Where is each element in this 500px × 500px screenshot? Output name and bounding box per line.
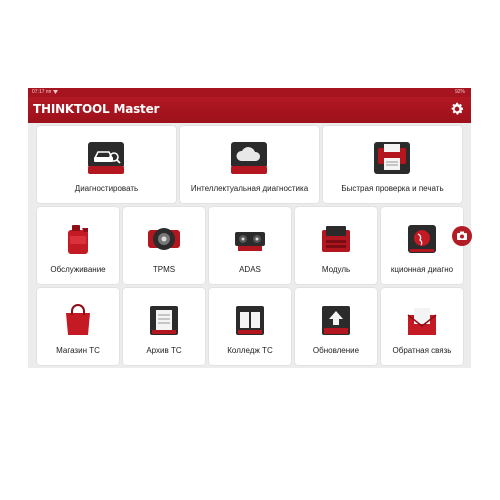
tile-quick-check-print[interactable]: Быстрая проверка и печать: [323, 126, 462, 203]
tile-maintenance[interactable]: Обслуживание: [37, 207, 119, 284]
shopping-bag-icon: [66, 304, 90, 335]
status-bar: 07:17 пп 92%: [28, 88, 471, 97]
tile-label: TPMS: [152, 265, 176, 274]
book-icon: [236, 306, 264, 335]
tile-module[interactable]: Модуль: [295, 207, 377, 284]
battery-level: 92%: [454, 89, 465, 95]
wifi-icon: [53, 90, 58, 94]
screenshot-button[interactable]: [452, 226, 472, 246]
tire-icon: [148, 228, 180, 250]
printer-icon: [374, 142, 410, 174]
tile-update[interactable]: Обновление: [295, 288, 377, 365]
globe-icon: [408, 225, 436, 253]
tile-label: кционная диагно: [390, 265, 454, 274]
cloud-icon: [231, 142, 267, 174]
tile-label: Модуль: [321, 265, 351, 274]
envelope-icon: [407, 308, 437, 335]
tile-vehicle-store[interactable]: Магазин ТС: [37, 288, 119, 365]
oil-can-icon: [68, 225, 88, 254]
tile-vehicle-college[interactable]: Колледж ТС: [209, 288, 291, 365]
gear-icon[interactable]: [449, 101, 465, 117]
tile-label: Архив ТС: [146, 346, 182, 355]
car-diagnostic-icon: [88, 142, 124, 174]
tile-remote-diagnostics[interactable]: кционная диагно: [381, 207, 463, 284]
tile-tpms[interactable]: TPMS: [123, 207, 205, 284]
app-screen: 07:17 пп 92% THINKTOOL Master Диагностир…: [28, 88, 471, 368]
upload-icon: [322, 306, 350, 335]
tile-label: Быстрая проверка и печать: [341, 184, 444, 193]
adas-camera-icon: [235, 232, 265, 251]
tile-label: Обновление: [312, 346, 360, 355]
tile-label: Магазин ТС: [56, 346, 100, 355]
tile-label: Интеллектуальная диагностика: [190, 184, 309, 193]
app-header: THINKTOOL Master: [28, 97, 471, 123]
app-title: THINKTOOL Master: [33, 102, 160, 116]
tile-feedback[interactable]: Обратная связь: [381, 288, 463, 365]
module-icon: [322, 226, 350, 252]
camera-icon: [457, 231, 467, 240]
tile-label: Обслуживание: [50, 265, 106, 274]
tile-label: Колледж ТС: [227, 346, 273, 355]
tile-diagnose[interactable]: Диагностировать: [37, 126, 176, 203]
tile-label: ADAS: [239, 265, 261, 274]
tile-vehicle-archive[interactable]: Архив ТС: [123, 288, 205, 365]
tile-label: Обратная связь: [392, 346, 452, 355]
tile-intelligent-diagnostics[interactable]: Интеллектуальная диагностика: [180, 126, 319, 203]
archive-icon: [150, 306, 178, 335]
tile-label: Диагностировать: [74, 184, 139, 193]
status-time: 07:17 пп: [32, 89, 52, 95]
tile-adas[interactable]: ADAS: [209, 207, 291, 284]
